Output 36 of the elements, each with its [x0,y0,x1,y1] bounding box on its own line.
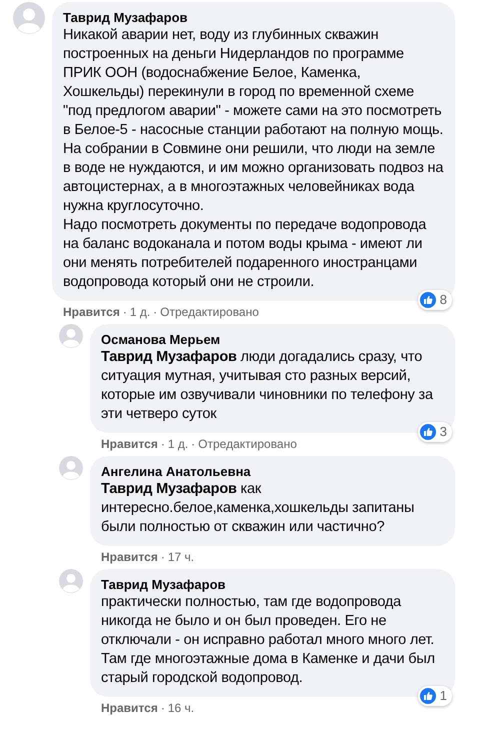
timestamp-link[interactable]: 1 д. [130,303,150,321]
author-link[interactable]: Ангелина Анатольевна [101,463,251,480]
reaction-badge[interactable]: 3 [418,422,452,442]
author-link[interactable]: Таврид Музафаров [101,576,226,593]
separator-dot: · [160,436,165,453]
thumbs-up-icon [420,424,436,440]
timestamp-link[interactable]: 16 ч. [168,699,194,717]
comment-text: На собрании в Совмине они решили, что люди на земле в воде не нуждаются, и им можно организовать подвоз на автоцистернах, а в многоэтажных человейниках вода нужна круглосуточно. [63,140,444,216]
separator-dot: · [160,700,165,717]
avatar[interactable] [13,2,45,34]
avatar[interactable] [59,569,83,593]
like-link[interactable]: Нравится [101,435,158,453]
edited-label: Отредактировано [198,436,297,453]
comment-text: Надо посмотреть документы по передаче водопровода на баланс водоканала и потом воды крыма - имеют ли они менять потребителей подаренного иностранцами водопровода который они не строили. [63,216,428,292]
thumbs-up-icon [420,688,436,704]
comment-text: Таврид Музафаров люди догадались сразу, что ситуация мутная, учитывая сто разных версий, которые им озвучивали чиновники по телефону за эти четверо суток [101,348,434,424]
like-link[interactable]: Нравится [101,548,158,566]
timestamp-link[interactable]: 1 д. [168,435,188,453]
reaction-badge[interactable]: 8 [418,290,452,310]
separator-dot: · [153,304,158,321]
reaction-badge[interactable]: 1 [418,686,452,706]
edited-label: Отредактировано [160,304,259,321]
avatar[interactable] [59,324,83,348]
comment-text: практически полностью, там где водопровода никогда не было и он был проведен. Его не отключали - он исправно работал много много лет. Там где многоэтажные дома в Каменке и дачи был старый городской водопровод. [101,593,436,688]
like-link[interactable]: Нравится [63,303,120,321]
author-link[interactable]: Османова Мерьем [101,331,220,348]
separator-dot: · [191,436,196,453]
timestamp-link[interactable]: 17 ч. [168,548,194,566]
like-link[interactable]: Нравится [101,699,158,717]
author-link[interactable]: Таврид Музафаров [63,9,188,26]
comment-text: Никакой аварии нет, воду из глубинных скважин построенных на деньги Нидерландов по программе ПРИК ООН (водоснабжение Белое, Каменка, Хошкельды) перекинули в город по временной схеме "под предлогом аварии" - можете сами на это посмотреть в Белое-5 - насосные станции работают на полную мощь. [63,26,444,140]
comment-text: Таврид Музафаров как интересно.белое,каменка,хошкельды запитаны были полностью от скважин или частично? [101,480,416,537]
avatar[interactable] [59,456,83,480]
separator-dot: · [160,549,165,566]
separator-dot: · [122,304,127,321]
thumbs-up-icon [420,292,436,308]
